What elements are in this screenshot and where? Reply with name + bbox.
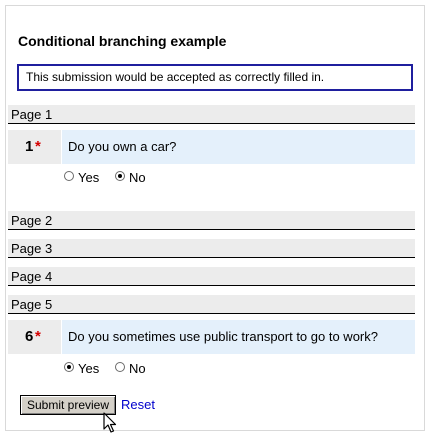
question-number: 1 [25, 138, 34, 155]
q6-yes-radio[interactable] [64, 362, 74, 372]
q6-yes-label[interactable]: Yes [78, 362, 99, 376]
question-number-box: 6 * [8, 320, 61, 354]
question-text: Do you own a car? [62, 130, 415, 164]
reset-link[interactable]: Reset [121, 397, 155, 412]
page-header-5: Page 5 [8, 295, 415, 314]
validation-notice: This submission would be accepted as cor… [17, 64, 413, 91]
q6-no-radio[interactable] [115, 362, 125, 372]
page-header-2: Page 2 [8, 211, 415, 230]
question-number-box: 1 * [8, 130, 61, 164]
submit-preview-button[interactable]: Submit preview [20, 395, 116, 415]
page-header-3: Page 3 [8, 239, 415, 258]
required-asterisk: * [35, 138, 41, 155]
q1-no-radio[interactable] [115, 171, 125, 181]
question-number: 6 [25, 328, 34, 345]
required-asterisk: * [35, 328, 41, 345]
question-text: Do you sometimes use public transport to… [62, 320, 415, 354]
form-title: Conditional branching example [18, 33, 227, 49]
q6-no-label[interactable]: No [129, 362, 146, 376]
page-header-1: Page 1 [8, 105, 415, 124]
page-header-4: Page 4 [8, 267, 415, 286]
q1-yes-radio[interactable] [64, 171, 74, 181]
q1-no-label[interactable]: No [129, 171, 146, 185]
mouse-pointer-icon [103, 412, 117, 433]
q1-yes-label[interactable]: Yes [78, 171, 99, 185]
